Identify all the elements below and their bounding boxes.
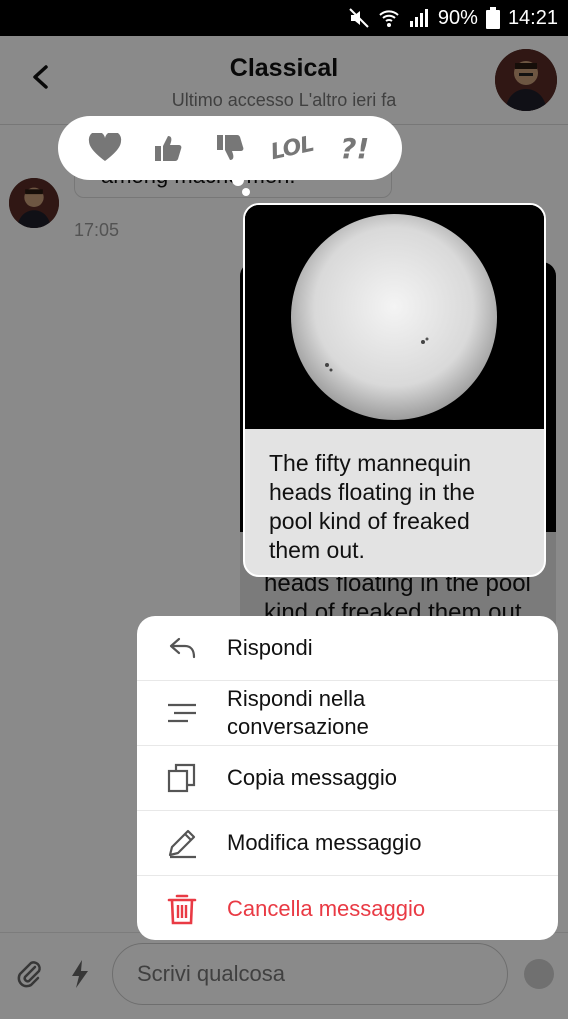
message-context-menu: Rispondi Rispondi nella conversazione Co… bbox=[137, 616, 558, 940]
thumbs-up-reaction[interactable] bbox=[146, 126, 190, 170]
thumbs-up-icon bbox=[154, 136, 181, 161]
battery-percent: 90% bbox=[437, 6, 478, 29]
edit-label: Modifica messaggio bbox=[227, 830, 422, 855]
thumbs-down-reaction[interactable] bbox=[208, 126, 252, 170]
copy-icon bbox=[167, 763, 196, 793]
clock: 14:21 bbox=[507, 6, 558, 29]
reply-thread-menu-item[interactable]: Rispondi nella conversazione bbox=[137, 681, 558, 746]
reply-menu-item[interactable]: Rispondi bbox=[137, 616, 558, 681]
image-caption: The fifty mannequin heads floating in th… bbox=[269, 450, 475, 563]
pencil-icon bbox=[168, 829, 196, 859]
sun-photo bbox=[245, 205, 544, 429]
thread-lines-icon bbox=[168, 703, 196, 723]
heart-icon bbox=[89, 133, 122, 161]
copy-label: Copia messaggio bbox=[227, 765, 397, 790]
trash-icon bbox=[167, 894, 197, 924]
reply-thread-label: Rispondi nella conversazione bbox=[227, 686, 369, 739]
signal-icon bbox=[409, 9, 428, 27]
heart-reaction[interactable] bbox=[83, 126, 127, 170]
selected-image-message[interactable]: The fifty mannequin heads floating in th… bbox=[243, 203, 546, 577]
bubble-dot bbox=[232, 174, 244, 186]
reply-arrow-icon bbox=[169, 637, 196, 659]
status-bar: 90% 14:21 bbox=[0, 0, 568, 36]
battery-icon bbox=[485, 7, 500, 29]
thumbs-down-icon bbox=[216, 135, 244, 160]
reaction-bar: LOL ?! bbox=[58, 116, 402, 180]
surprise-reaction[interactable]: ?! bbox=[333, 126, 377, 170]
edit-menu-item[interactable]: Modifica messaggio bbox=[137, 811, 558, 876]
delete-menu-item[interactable]: Cancella messaggio bbox=[137, 876, 558, 940]
lol-reaction[interactable]: LOL bbox=[266, 122, 318, 174]
delete-label: Cancella messaggio bbox=[227, 895, 426, 921]
copy-menu-item[interactable]: Copia messaggio bbox=[137, 746, 558, 811]
bubble-dot bbox=[242, 188, 250, 196]
mute-icon bbox=[349, 8, 369, 28]
wifi-icon bbox=[379, 10, 399, 27]
reply-label: Rispondi bbox=[227, 635, 313, 660]
message-image[interactable] bbox=[245, 205, 544, 429]
